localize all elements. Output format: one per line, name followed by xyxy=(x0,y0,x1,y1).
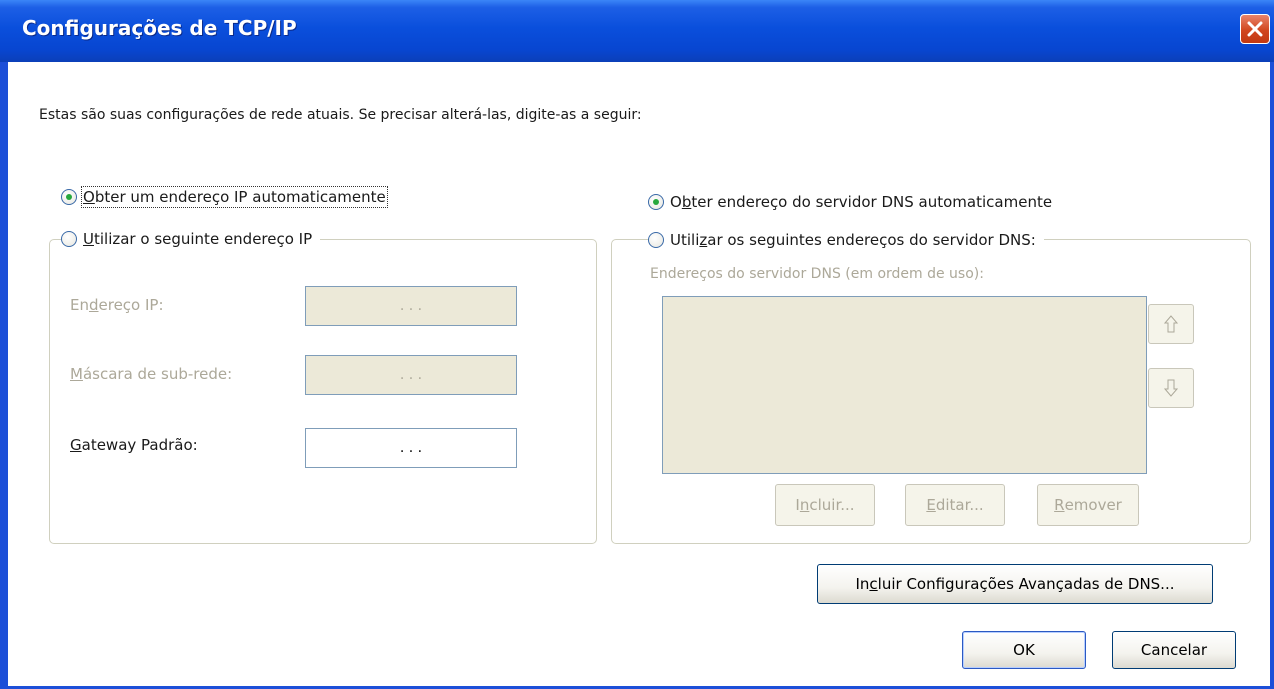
radio-ip-manual-label: Utilizar o seguinte endereço IP xyxy=(83,230,313,248)
gateway-label: Gateway Padrão: xyxy=(70,436,198,454)
radio-selected-icon xyxy=(648,194,664,210)
dns-list-label: Endereços do servidor DNS (em ordem de u… xyxy=(650,266,984,282)
radio-selected-icon xyxy=(61,189,77,205)
close-icon xyxy=(1247,21,1263,37)
intro-text: Estas são suas configurações de rede atu… xyxy=(39,107,642,123)
radio-dns-manual-label: Utilizar os seguintes endereços do servi… xyxy=(670,231,1036,249)
radio-unselected-icon xyxy=(648,232,664,248)
radio-ip-auto-label: Obter um endereço IP automaticamente xyxy=(81,186,388,208)
title-bar[interactable]: Configurações de TCP/IP xyxy=(0,0,1274,62)
ok-button[interactable]: OK xyxy=(962,631,1086,669)
cancel-button[interactable]: Cancelar xyxy=(1112,631,1236,669)
add-dns-button[interactable]: In cluir... xyxy=(775,484,875,526)
ip-address-input[interactable]: . . . xyxy=(305,286,517,326)
radio-ip-manual[interactable]: Utilizar o seguinte endereço IP xyxy=(61,230,321,248)
dns-server-list[interactable] xyxy=(662,296,1147,474)
arrow-up-icon xyxy=(1164,315,1178,333)
move-down-button[interactable] xyxy=(1148,368,1194,408)
subnet-mask-label: Máscara de sub-rede: xyxy=(70,365,233,383)
subnet-mask-input[interactable]: . . . xyxy=(305,355,517,395)
advanced-dns-button[interactable]: In c luir Configurações Avançadas de DNS..… xyxy=(817,564,1213,604)
radio-dns-manual[interactable]: Utilizar os seguintes endereços do servi… xyxy=(648,231,1044,249)
arrow-down-icon xyxy=(1164,379,1178,397)
gateway-input[interactable]: . . . xyxy=(305,428,517,468)
remove-dns-button[interactable]: Remover xyxy=(1037,484,1139,526)
radio-dns-auto[interactable]: Obter endereço do servidor DNS automatic… xyxy=(648,193,1053,211)
ip-address-label: Endereço IP: xyxy=(70,296,164,314)
edit-dns-button[interactable]: Editar... xyxy=(905,484,1005,526)
radio-unselected-icon xyxy=(61,231,77,247)
move-up-button[interactable] xyxy=(1148,304,1194,344)
tcpip-dialog: Configurações de TCP/IP Estas são suas c… xyxy=(0,0,1274,689)
window-title: Configurações de TCP/IP xyxy=(22,16,297,40)
radio-ip-auto[interactable]: Obter um endereço IP automaticamente xyxy=(61,186,388,208)
close-button[interactable] xyxy=(1240,14,1270,44)
radio-dns-auto-label: Obter endereço do servidor DNS automatic… xyxy=(670,193,1053,211)
